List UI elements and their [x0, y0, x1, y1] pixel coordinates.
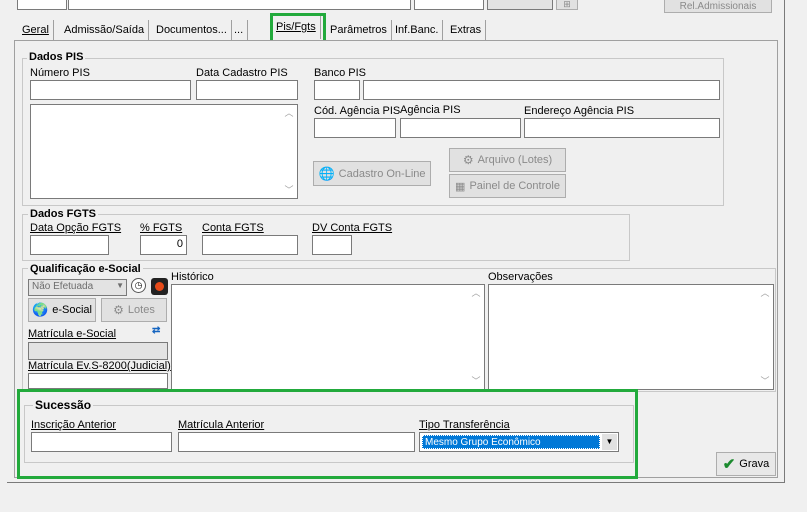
tab-extras-label: Extras — [450, 24, 482, 36]
clock-icon[interactable]: ◷ — [131, 278, 146, 293]
esocial-button-label: e-Social — [52, 304, 92, 316]
top-field-3[interactable] — [414, 0, 484, 10]
tab-admissao-saida[interactable]: Admissão/Saída — [60, 20, 150, 40]
qualificacao-title: Qualificação e-Social — [28, 263, 143, 275]
tab-inf-banc[interactable]: Inf.Banc. — [391, 20, 444, 40]
checkmark-icon: ✔ — [722, 456, 736, 473]
chevron-down-icon: ▼ — [116, 281, 124, 290]
painel-controle-label: Painel de Controle — [469, 180, 560, 192]
scroll-down-icon[interactable]: ﹀ — [760, 376, 770, 386]
banco-pis-name-input[interactable] — [363, 80, 720, 100]
lotes-button-label: Lotes — [127, 304, 155, 316]
observacoes-label: Observações — [488, 271, 553, 283]
dv-conta-fgts-input[interactable] — [312, 235, 352, 255]
top-plus-button[interactable]: ⊞ — [556, 0, 578, 10]
matricula-ev-input[interactable] — [28, 373, 168, 389]
dados-fgts-title: Dados FGTS — [28, 208, 99, 220]
cadastro-online-button[interactable]: 🌐 Cadastro On-Line — [313, 161, 431, 186]
network-icon: ⚙ — [462, 153, 474, 167]
network-icon: ⚙ — [113, 303, 124, 317]
top-field-4 — [487, 0, 553, 10]
pis-textarea-scrollbar[interactable]: ︿ ﹀ — [281, 105, 297, 198]
arquivo-lotes-label: Arquivo (Lotes) — [477, 154, 553, 166]
historico-label: Histórico — [171, 271, 214, 283]
sucessao-highlight — [17, 389, 638, 479]
historico-scrollbar[interactable]: ︿ ﹀ — [468, 285, 484, 389]
dados-pis-title: Dados PIS — [27, 51, 86, 63]
dv-conta-fgts-label: DV Conta FGTS — [312, 222, 393, 234]
endereco-agencia-pis-input[interactable] — [524, 118, 720, 138]
agencia-pis-input[interactable] — [400, 118, 521, 138]
data-opcao-fgts-input[interactable] — [30, 235, 109, 255]
banco-pis-label: Banco PIS — [314, 67, 366, 79]
grava-button[interactable]: ✔ Grava — [716, 452, 776, 476]
top-field-2[interactable] — [68, 0, 411, 10]
grava-button-label: Grava — [739, 458, 770, 470]
top-field-1[interactable] — [17, 0, 67, 10]
tab-more-label: ... — [234, 24, 244, 36]
scroll-down-icon[interactable]: ﹀ — [471, 376, 481, 386]
matricula-esocial-label: Matrícula e-Social — [28, 328, 117, 340]
scroll-up-icon[interactable]: ︿ — [760, 288, 770, 298]
observacoes-textarea[interactable]: ︿ ﹀ — [488, 284, 774, 390]
tab-admissao-label: Admissão/Saída — [64, 24, 145, 36]
scroll-up-icon[interactable]: ︿ — [471, 288, 481, 298]
status-select: Não Efetuada ▼ — [28, 279, 127, 296]
tab-inf-banc-label: Inf.Banc. — [395, 24, 439, 36]
grid-icon: ▦ — [455, 180, 466, 193]
scroll-up-icon[interactable]: ︿ — [284, 108, 294, 118]
conta-fgts-input[interactable] — [202, 235, 298, 255]
painel-controle-button[interactable]: ▦ Painel de Controle — [449, 174, 566, 198]
numero-pis-input[interactable] — [30, 80, 191, 100]
lotes-button[interactable]: ⚙ Lotes — [101, 298, 167, 322]
tab-geral[interactable]: Geral — [18, 20, 54, 40]
esocial-button[interactable]: 🌍 e-Social — [28, 298, 96, 322]
numero-pis-label: Número PIS — [30, 67, 90, 79]
cadastro-online-label: Cadastro On-Line — [338, 167, 426, 180]
tab-parametros-label: Parâmetros — [330, 24, 387, 36]
data-opcao-fgts-label: Data Opção FGTS — [30, 222, 122, 234]
pis-textarea[interactable]: ︿ ﹀ — [30, 104, 298, 199]
globe-icon: 🌐 — [318, 165, 335, 181]
cod-agencia-pis-label: Cód. Agência PIS — [314, 105, 401, 117]
rel-admissionais-button[interactable]: Rel.Admissionais — [664, 0, 772, 13]
tab-more[interactable]: ... — [230, 20, 249, 40]
historico-textarea[interactable]: ︿ ﹀ — [171, 284, 485, 390]
tab-extras[interactable]: Extras — [446, 20, 487, 40]
tab-parametros[interactable]: Parâmetros — [326, 20, 392, 40]
percent-fgts-input[interactable]: 0 — [140, 235, 187, 255]
observacoes-scrollbar[interactable]: ︿ ﹀ — [757, 285, 773, 389]
transfer-icon[interactable]: ⇄ — [152, 325, 168, 339]
arquivo-lotes-button[interactable]: ⚙ Arquivo (Lotes) — [449, 148, 566, 172]
conta-fgts-label: Conta FGTS — [202, 222, 264, 234]
earth-icon: 🌍 — [32, 302, 49, 317]
endereco-agencia-pis-label: Endereço Agência PIS — [524, 105, 635, 117]
scroll-down-icon[interactable]: ﹀ — [284, 185, 294, 195]
tab-geral-label: Geral — [22, 24, 49, 36]
agencia-pis-label: Agência PIS — [400, 104, 461, 116]
matricula-esocial-input — [28, 342, 168, 360]
rel-admissionais-label: Rel.Admissionais — [679, 0, 757, 12]
percent-fgts-label: % FGTS — [140, 222, 183, 234]
tab-documentos[interactable]: Documentos... — [152, 20, 232, 40]
status-select-value: Não Efetuada — [32, 281, 94, 292]
record-icon[interactable] — [151, 278, 168, 295]
tab-documentos-label: Documentos... — [156, 24, 227, 36]
matricula-ev-label: Matrícula Ev.S-8200(Judicial) — [28, 360, 171, 372]
data-cadastro-pis-input[interactable] — [196, 80, 298, 100]
banco-pis-code-input[interactable] — [314, 80, 360, 100]
cod-agencia-pis-input[interactable] — [314, 118, 396, 138]
data-cadastro-pis-label: Data Cadastro PIS — [196, 67, 288, 79]
